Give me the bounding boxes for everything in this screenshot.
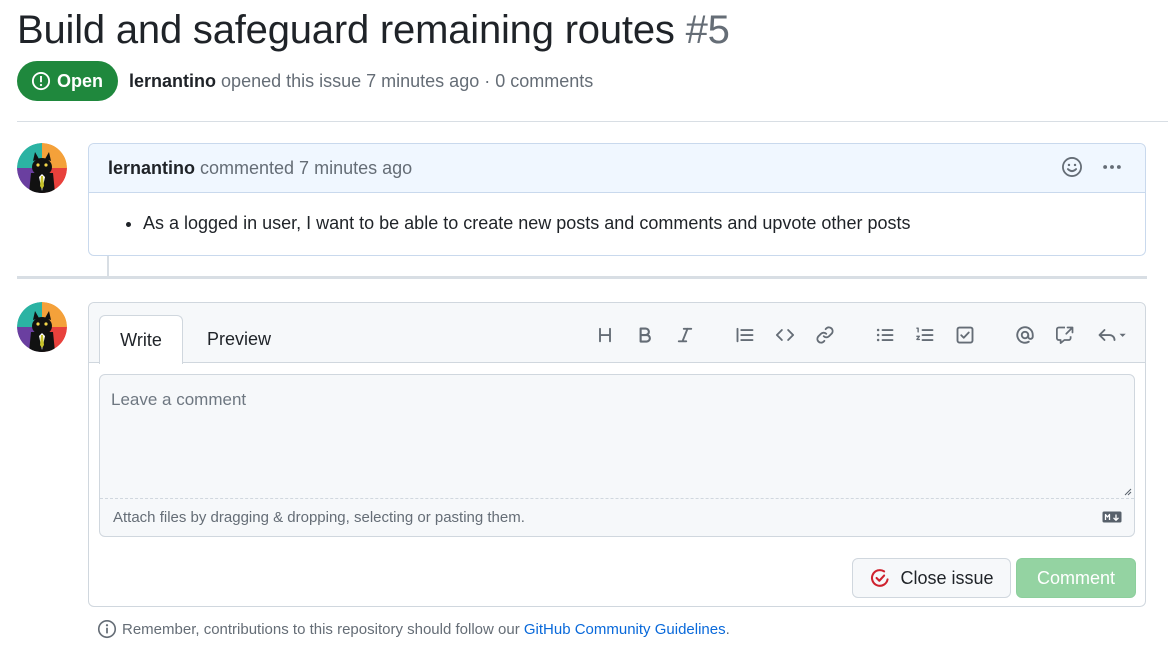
comment-time[interactable]: commented 7 minutes ago (200, 158, 412, 179)
ordered-list-icon[interactable] (914, 324, 936, 346)
markdown-icon[interactable] (1102, 511, 1122, 523)
editor-header: Write Preview (89, 303, 1145, 364)
issue-author-link[interactable]: lernantino (129, 71, 216, 91)
quote-icon[interactable] (734, 324, 756, 346)
info-icon (97, 619, 117, 639)
close-issue-label: Close issue (900, 567, 994, 588)
avatar[interactable] (17, 143, 67, 193)
status-label: Open (57, 70, 104, 91)
attach-files-bar[interactable]: Attach files by dragging & dropping, sel… (100, 498, 1134, 536)
italic-icon[interactable] (674, 324, 696, 346)
comment-card: lernantino commented 7 minutes ago As a … (88, 143, 1146, 256)
comment-button[interactable]: Comment (1016, 558, 1136, 598)
comment-editor: Write Preview Leave a comment Attach fil… (88, 302, 1146, 607)
cross-reference-icon[interactable] (1054, 324, 1076, 346)
attach-files-text: Attach files by dragging & dropping, sel… (113, 509, 525, 526)
saved-reply-icon[interactable] (1094, 324, 1130, 346)
comment-header: lernantino commented 7 minutes ago (89, 144, 1145, 193)
comment-body: As a logged in user, I want to be able t… (89, 193, 1145, 234)
unordered-list-icon[interactable] (874, 324, 896, 346)
link-icon[interactable] (814, 324, 836, 346)
issue-title-text: Build and safeguard remaining routes (17, 8, 675, 52)
close-issue-button[interactable]: Close issue (852, 558, 1011, 598)
emoji-reaction-icon[interactable] (1061, 156, 1083, 178)
issue-state-row: Open lernantino opened this issue 7 minu… (17, 61, 593, 101)
issue-opened-text: opened this issue 7 minutes ago · 0 comm… (221, 70, 594, 91)
divider (17, 121, 1168, 122)
comment-textarea[interactable]: Leave a comment Attach files by dragging… (99, 374, 1135, 537)
comment-placeholder: Leave a comment (111, 390, 247, 409)
code-icon[interactable] (774, 324, 796, 346)
status-badge: Open (17, 61, 119, 101)
guidelines-text: Remember, contributions to this reposito… (122, 620, 524, 638)
tab-write[interactable]: Write (99, 315, 183, 364)
comment-author-link[interactable]: lernantino (108, 158, 195, 179)
issue-number: #5 (685, 8, 730, 52)
guidelines-note: Remember, contributions to this reposito… (97, 619, 730, 639)
avatar[interactable] (17, 302, 67, 352)
tab-preview[interactable]: Preview (197, 315, 281, 364)
community-guidelines-link[interactable]: GitHub Community Guidelines (524, 621, 726, 638)
list-item: As a logged in user, I want to be able t… (143, 213, 1145, 234)
issue-open-icon (31, 71, 51, 91)
bold-icon[interactable] (634, 324, 656, 346)
issue-meta: lernantino opened this issue 7 minutes a… (129, 71, 593, 92)
resize-handle-icon[interactable] (1122, 486, 1132, 496)
mention-icon[interactable] (1014, 324, 1036, 346)
issue-title: Build and safeguard remaining routes #5 (17, 8, 730, 53)
timeline-connector (107, 256, 109, 276)
issue-closed-icon (871, 569, 890, 587)
guidelines-end: . (725, 620, 730, 638)
comment-actions (1061, 156, 1123, 178)
task-list-icon[interactable] (954, 324, 976, 346)
heading-icon[interactable] (594, 324, 616, 346)
timeline-divider (17, 276, 1147, 279)
kebab-menu-icon[interactable] (1101, 156, 1123, 178)
